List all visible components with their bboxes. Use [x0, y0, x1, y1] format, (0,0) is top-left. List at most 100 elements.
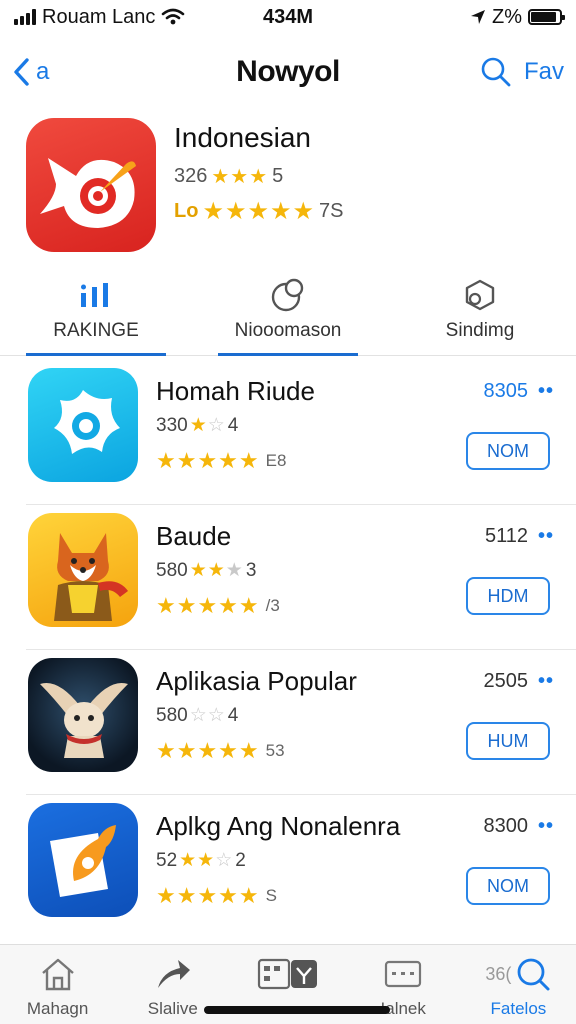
app-score-value: 52 [156, 849, 178, 871]
back-button[interactable]: a [12, 57, 152, 87]
battery-level [531, 12, 557, 22]
tab-information[interactable]: Niooomason [192, 272, 384, 356]
wifi-icon [162, 8, 185, 25]
chevron-left-icon [14, 58, 29, 86]
app-score-stars: ★☆ [189, 415, 226, 436]
tab-sending[interactable]: Sindimg [384, 272, 576, 355]
rating-stars: ★★★★★ [156, 448, 260, 473]
featured-rating-prefix: Lo [174, 200, 199, 222]
battery-percent: Z% [492, 5, 522, 28]
app-rating: ★★★★★ 53 [156, 738, 285, 764]
review-count: /3 [265, 596, 280, 615]
app-score-suffix: 4 [227, 704, 239, 726]
tabbar-search-prefix: 36( [485, 963, 512, 984]
review-count: 53 [265, 741, 285, 760]
app-score: 580 ☆☆ 4 [156, 704, 238, 727]
app-size-value: 8300 [483, 815, 528, 837]
tabbar-search-wrap: 36( [485, 955, 551, 993]
app-score-stars: ★★★ [189, 560, 244, 581]
app-size-value: 2505 [483, 670, 528, 692]
tab-label: Niooomason [234, 320, 342, 341]
more-dots-icon[interactable]: •• [538, 380, 554, 403]
battery-icon [528, 9, 565, 25]
keyboard-icon [384, 955, 422, 993]
box-icon [462, 278, 498, 312]
tabbar-item-search[interactable]: 36( Fatelos [461, 945, 576, 1024]
tab-label: RAKINGE [53, 320, 139, 341]
app-score-suffix: 4 [227, 414, 239, 436]
location-arrow-icon [471, 10, 485, 24]
featured-rating: Lo ★★★★★ 7S [174, 197, 343, 226]
status-bar: Rouam Lanc 434M Z% [0, 0, 576, 34]
app-icon-homah [28, 368, 138, 482]
app-score-value: 330 [156, 414, 188, 436]
featured-rating-stars: ★★★★★ [202, 198, 316, 225]
app-size-value: 8305 [483, 380, 528, 402]
app-list: Homah Riude 330 ★☆ 4 ★★★★★ E8 8305 •• NO… [0, 360, 576, 940]
tabbar-label: Fatelos [490, 999, 547, 1018]
ranking-icon [78, 278, 114, 312]
get-button[interactable]: HDM [466, 577, 550, 615]
tabbar-label: Mahagn [26, 999, 89, 1018]
rating-stars: ★★★★★ [156, 593, 260, 618]
review-count: S [265, 886, 277, 905]
app-icon-aplikasia [28, 658, 138, 772]
back-label: a [36, 58, 50, 85]
tab-active-indicator [218, 353, 358, 356]
app-score: 52 ★★☆ 2 [156, 849, 246, 872]
app-name: Homah Riude [156, 376, 315, 406]
app-rating: ★★★★★ /3 [156, 593, 280, 619]
featured-star-icons: ★★★ [211, 166, 269, 188]
search-icon [518, 958, 550, 991]
list-item[interactable]: Aplkg Ang Nonalenra 52 ★★☆ 2 ★★★★★ S 830… [26, 795, 576, 940]
featured-app-name: Indonesian [174, 122, 312, 153]
app-score-value: 580 [156, 559, 188, 581]
tabbar-label: Slalive [147, 999, 198, 1018]
home-icon [39, 955, 77, 993]
fav-button[interactable]: Fav [524, 58, 564, 86]
featured-score-suffix: 5 [272, 165, 284, 187]
app-size-value: 5112 [484, 525, 528, 547]
app-name: Baude [156, 521, 232, 551]
tab-active-indicator [26, 353, 166, 356]
more-dots-icon[interactable]: •• [538, 525, 554, 548]
app-score-stars: ★★☆ [179, 850, 234, 871]
app-size: 8305 •• [483, 380, 554, 403]
search-icon[interactable] [480, 56, 512, 88]
nav-bar: a Nowyol Fav [0, 44, 576, 100]
segment-tabs: RAKINGE Niooomason Sindimg [0, 272, 576, 356]
featured-app[interactable]: Indonesian 326 ★★★ 5 Lo ★★★★★ 7S [26, 118, 556, 258]
page-title: Nowyol [236, 55, 340, 88]
app-rating: ★★★★★ E8 [156, 448, 286, 474]
rating-stars: ★★★★★ [156, 738, 260, 763]
get-button[interactable]: NOM [466, 867, 550, 905]
featured-rating-count: 7S [319, 200, 344, 222]
more-dots-icon[interactable]: •• [538, 815, 554, 838]
home-indicator[interactable] [204, 1006, 390, 1014]
list-item[interactable]: Baude 580 ★★★ 3 ★★★★★ /3 5112 •• HDM [26, 505, 576, 650]
app-icon-aplkg [28, 803, 138, 917]
app-score-stars: ☆☆ [189, 705, 226, 726]
tabbar-item-home[interactable]: Mahagn [0, 945, 115, 1024]
app-size: 8300 •• [483, 815, 554, 838]
app-size: 2505 •• [483, 670, 554, 693]
more-dots-icon[interactable]: •• [538, 670, 554, 693]
app-name: Aplkg Ang Nonalenra [156, 811, 401, 841]
featured-score-value: 326 [174, 165, 208, 187]
carrier-label: Rouam Lanc [42, 5, 156, 28]
app-score: 580 ★★★ 3 [156, 559, 256, 582]
app-score-value: 580 [156, 704, 188, 726]
list-item[interactable]: Homah Riude 330 ★☆ 4 ★★★★★ E8 8305 •• NO… [26, 360, 576, 505]
app-name: Aplikasia Popular [156, 666, 357, 696]
signal-icon [14, 9, 36, 25]
list-item[interactable]: Aplikasia Popular 580 ☆☆ 4 ★★★★★ 53 2505… [26, 650, 576, 795]
tab-rankings[interactable]: RAKINGE [0, 272, 192, 356]
share-arrow-icon [154, 955, 192, 993]
featured-app-icon [26, 118, 156, 252]
get-button[interactable]: HUM [466, 722, 550, 760]
app-score-suffix: 3 [245, 559, 257, 581]
get-button[interactable]: NOM [466, 432, 550, 470]
tab-label: Sindimg [445, 320, 515, 341]
app-icon-baude [28, 513, 138, 627]
app-score-suffix: 2 [235, 849, 246, 871]
